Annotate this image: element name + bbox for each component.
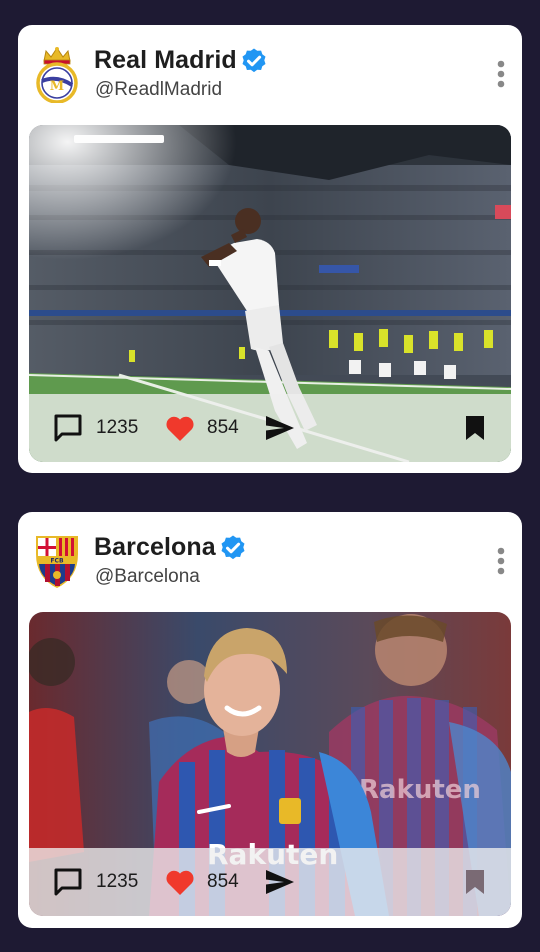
- like-action[interactable]: 854: [165, 848, 239, 916]
- real-madrid-crest-icon[interactable]: M: [32, 45, 82, 103]
- comment-action[interactable]: 1235: [52, 848, 138, 916]
- like-action[interactable]: 854: [165, 394, 239, 462]
- post-image[interactable]: Rakuten Rakuten: [29, 612, 511, 916]
- save-action[interactable]: [465, 848, 485, 916]
- comment-count: 1235: [96, 417, 139, 438]
- more-vertical-icon[interactable]: [494, 546, 508, 576]
- svg-text:FCB: FCB: [50, 558, 64, 565]
- comment-icon[interactable]: [52, 867, 84, 897]
- bookmark-icon[interactable]: [465, 415, 485, 441]
- post-image[interactable]: 1235 854: [29, 125, 511, 462]
- save-action[interactable]: [465, 394, 485, 462]
- post-card-barcelona: FCB Barcelona @Barcelona Rakuten 1235 85…: [18, 512, 522, 928]
- like-count: 854: [207, 871, 239, 892]
- send-icon[interactable]: [265, 415, 295, 441]
- account-name[interactable]: Barcelona: [94, 533, 216, 562]
- bookmark-icon[interactable]: [465, 869, 485, 895]
- svg-text:Rakuten: Rakuten: [359, 775, 481, 805]
- barcelona-crest-icon[interactable]: FCB: [32, 532, 82, 590]
- feed: M Real Madrid @ReadlMadrid 1235 854 FCB …: [0, 0, 540, 952]
- account-handle: @ReadlMadrid: [95, 79, 223, 100]
- verified-badge-icon: [221, 535, 245, 559]
- account-name-row: Real Madrid: [94, 46, 268, 75]
- send-icon[interactable]: [265, 869, 295, 895]
- account-name[interactable]: Real Madrid: [94, 46, 237, 75]
- like-count: 854: [207, 417, 239, 438]
- share-action[interactable]: [265, 848, 295, 916]
- comment-action[interactable]: 1235: [52, 394, 138, 462]
- account-handle: @Barcelona: [95, 566, 200, 587]
- comment-count: 1235: [96, 871, 139, 892]
- account-name-row: Barcelona: [94, 533, 247, 562]
- comment-icon[interactable]: [52, 413, 84, 443]
- post-card-real-madrid: M Real Madrid @ReadlMadrid 1235 854: [18, 25, 522, 473]
- svg-text:M: M: [50, 79, 64, 94]
- share-action[interactable]: [265, 394, 295, 462]
- heart-icon[interactable]: [165, 868, 195, 896]
- post-actions-bar: 1235 854: [29, 394, 511, 462]
- post-actions-bar: 1235 854: [29, 848, 511, 916]
- verified-badge-icon: [242, 48, 266, 72]
- heart-icon[interactable]: [165, 414, 195, 442]
- more-vertical-icon[interactable]: [494, 59, 508, 89]
